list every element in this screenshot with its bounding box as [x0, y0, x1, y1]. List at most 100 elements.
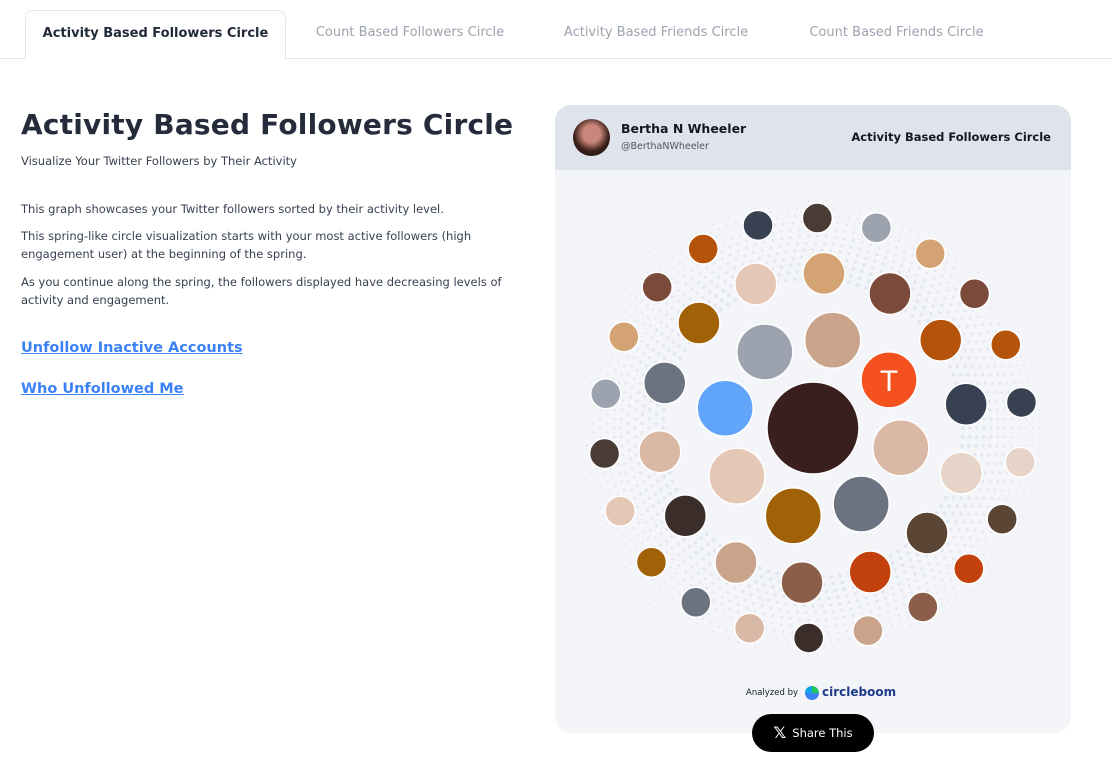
- halo-dot: [737, 603, 740, 607]
- follower-avatar[interactable]: [801, 202, 834, 234]
- halo-dot: [881, 262, 885, 267]
- halo-dot: [898, 644, 900, 647]
- tab-count-followers[interactable]: Count Based Followers Circle: [296, 10, 524, 57]
- halo-dot: [812, 668, 814, 670]
- follower-avatar[interactable]: [953, 553, 985, 585]
- halo-dot: [756, 654, 758, 657]
- halo-dot: [958, 372, 963, 377]
- tab-activity-followers[interactable]: Activity Based Followers Circle: [25, 10, 286, 60]
- follower-avatar[interactable]: [714, 540, 758, 585]
- follower-avatar[interactable]: [803, 311, 862, 369]
- follower-avatar[interactable]: [733, 612, 766, 644]
- follower-avatar[interactable]: [918, 318, 963, 362]
- follower-avatar[interactable]: [905, 511, 949, 555]
- halo-dot: [630, 538, 633, 541]
- halo-dot: [771, 203, 774, 206]
- halo-dot: [1047, 507, 1049, 509]
- halo-dot: [600, 326, 603, 329]
- follower-avatar[interactable]: [944, 382, 988, 427]
- follower-avatar[interactable]: [907, 591, 939, 623]
- follower-avatar[interactable]: [868, 271, 912, 316]
- halo-dot: [662, 238, 664, 241]
- follower-avatar[interactable]: [742, 209, 774, 242]
- follower-avatar[interactable]: [708, 447, 766, 505]
- follower-avatar[interactable]: [860, 212, 893, 244]
- follower-avatar[interactable]: [764, 487, 823, 545]
- follower-avatar[interactable]: [635, 546, 668, 578]
- halo-dot: [745, 644, 748, 646]
- follower-avatar[interactable]: [677, 301, 721, 345]
- halo-dot: [582, 335, 584, 337]
- follower-avatar[interactable]: [641, 271, 673, 303]
- halo-dot: [838, 602, 842, 606]
- halo-dot: [912, 630, 915, 633]
- halo-dot: [671, 340, 676, 344]
- tab-count-friends[interactable]: Count Based Friends Circle: [788, 10, 1005, 57]
- halo-dot: [633, 435, 637, 439]
- follower-avatar[interactable]: [939, 451, 984, 495]
- unfollow-inactive-link[interactable]: Unfollow Inactive Accounts: [21, 340, 243, 356]
- follower-avatar[interactable]: [914, 237, 946, 270]
- follower-avatar[interactable]: [604, 495, 636, 527]
- follower-avatar[interactable]: [792, 622, 825, 654]
- halo-dot: [564, 413, 566, 416]
- follower-avatar[interactable]: [848, 550, 892, 594]
- follower-avatar[interactable]: [872, 418, 930, 477]
- halo-dot: [637, 390, 641, 394]
- halo-dot: [617, 381, 621, 385]
- halo-dot: [996, 417, 1000, 421]
- follower-avatar[interactable]: [608, 321, 640, 353]
- follower-avatar[interactable]: [1004, 446, 1036, 478]
- follower-avatar[interactable]: [832, 475, 890, 533]
- follower-avatar[interactable]: [663, 494, 708, 538]
- follower-avatar[interactable]: [986, 503, 1018, 535]
- halo-dot: [671, 267, 674, 270]
- follower-avatar[interactable]: [958, 278, 991, 310]
- halo-dot: [597, 335, 599, 337]
- follower-avatar[interactable]: [736, 323, 794, 381]
- follower-avatar[interactable]: [852, 614, 884, 647]
- halo-dot: [688, 236, 691, 239]
- halo-dot: [679, 251, 682, 254]
- halo-dot: [656, 234, 658, 236]
- halo-dot: [919, 203, 921, 205]
- follower-avatar[interactable]: [780, 560, 824, 605]
- halo-dot: [1024, 555, 1026, 558]
- follower-avatar[interactable]: [642, 361, 687, 405]
- halo-dot: [599, 408, 602, 412]
- halo-dot: [789, 617, 792, 621]
- halo-dot: [682, 348, 687, 353]
- halo-dot: [973, 596, 976, 599]
- halo-dot: [586, 400, 589, 402]
- follower-avatar[interactable]: [990, 329, 1022, 361]
- tab-activity-friends[interactable]: Activity Based Friends Circle: [540, 10, 772, 57]
- halo-dot: [735, 258, 739, 262]
- halo-dot: [833, 588, 838, 593]
- halo-dot: [635, 546, 638, 549]
- halo-dot: [872, 201, 874, 203]
- follower-avatar[interactable]: [638, 429, 682, 474]
- who-unfollowed-link[interactable]: Who Unfollowed Me: [21, 381, 184, 397]
- halo-dot: [743, 189, 745, 191]
- follower-avatar[interactable]: [696, 379, 754, 438]
- follower-avatar[interactable]: [766, 381, 860, 475]
- halo-dot: [720, 603, 723, 606]
- follower-avatar[interactable]: [680, 586, 712, 619]
- halo-dot: [844, 258, 849, 263]
- follower-avatar[interactable]: [590, 378, 622, 410]
- follower-avatar[interactable]: [588, 437, 621, 470]
- follower-avatar[interactable]: [687, 233, 719, 265]
- halo-dot: [820, 248, 824, 252]
- halo-dot: [895, 246, 898, 249]
- halo-dot: [949, 549, 953, 553]
- follower-avatar[interactable]: [734, 262, 778, 306]
- halo-dot: [591, 373, 594, 376]
- halo-dot: [693, 540, 698, 545]
- halo-dot: [592, 413, 595, 416]
- share-button[interactable]: 𝕏 Share This: [752, 714, 874, 752]
- follower-avatar[interactable]: [1005, 386, 1038, 419]
- halo-dot: [616, 493, 620, 496]
- follower-avatar[interactable]: [802, 251, 846, 296]
- halo-dot: [670, 479, 675, 484]
- halo-dot: [881, 650, 883, 653]
